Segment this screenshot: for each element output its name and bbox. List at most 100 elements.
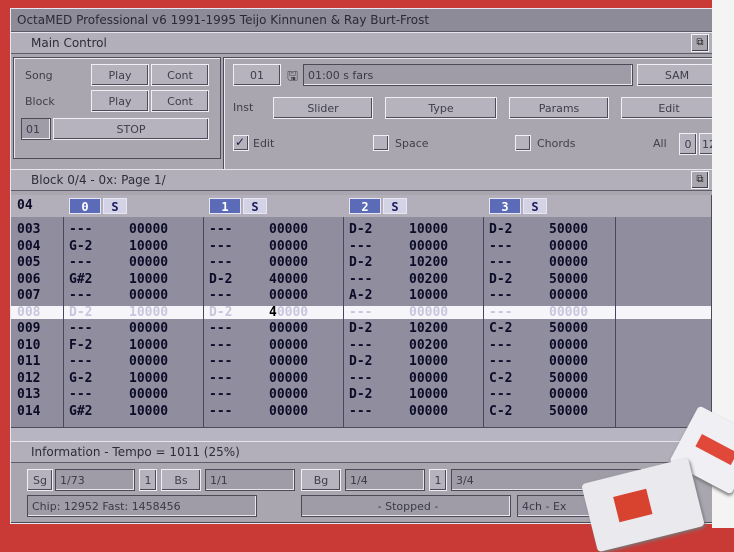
command-cell[interactable]: 50000 (549, 372, 588, 385)
type-button[interactable]: Type (385, 97, 497, 119)
note-cell[interactable]: D-2 (349, 223, 372, 236)
command-cell[interactable]: 10000 (129, 273, 168, 286)
tracker-row[interactable]: 009 --- 00000 --- 00000 D-2 10200 C-2 50000 (11, 322, 711, 335)
note-cell[interactable]: --- (209, 372, 232, 385)
block-number-field[interactable]: 01 (233, 64, 281, 86)
note-cell[interactable]: D-2 (209, 306, 232, 319)
channel-1-button[interactable]: 1 (209, 198, 241, 214)
note-cell[interactable]: D-2 (489, 273, 512, 286)
command-cell[interactable]: 00000 (269, 223, 308, 236)
block-group-button[interactable]: Bg (301, 469, 341, 491)
disk-icon[interactable]: 🖫 (287, 67, 298, 89)
space-checkbox[interactable] (373, 135, 389, 151)
command-cell[interactable]: 10000 (409, 355, 448, 368)
main-control-titlebar[interactable]: Main Control ⧉ (11, 32, 727, 54)
cont-block-button[interactable]: Cont (151, 90, 209, 112)
tracker-row[interactable]: 007 --- 00000 --- 00000 A-2 10000 --- 00000 (11, 289, 711, 302)
note-cell[interactable]: --- (209, 388, 232, 401)
note-cell[interactable]: A-2 (349, 289, 372, 302)
command-cell[interactable]: 40000 (269, 273, 308, 286)
command-cell[interactable]: 10000 (129, 306, 168, 319)
note-cell[interactable]: --- (349, 339, 372, 352)
note-cell[interactable]: --- (349, 240, 372, 253)
channel-0-solo-button[interactable]: S (103, 198, 127, 214)
note-cell[interactable]: --- (489, 388, 512, 401)
note-cell[interactable]: --- (209, 289, 232, 302)
song-step-button[interactable]: 1 (139, 469, 157, 491)
block-seq-button[interactable]: Bs (161, 469, 201, 491)
note-cell[interactable]: --- (209, 339, 232, 352)
command-cell[interactable]: 00000 (129, 223, 168, 236)
slider-button[interactable]: Slider (273, 97, 373, 119)
note-cell[interactable]: F-2 (69, 339, 92, 352)
note-cell[interactable]: G-2 (69, 372, 92, 385)
note-cell[interactable]: --- (489, 306, 512, 319)
note-cell[interactable]: C-2 (489, 405, 512, 418)
command-cell[interactable]: 00000 (269, 372, 308, 385)
command-cell[interactable]: 00000 (269, 388, 308, 401)
note-cell[interactable]: --- (489, 256, 512, 269)
edit-checkbox[interactable]: ✓ (233, 135, 249, 151)
sam-button[interactable]: SAM (637, 64, 717, 86)
channel-2-solo-button[interactable]: S (383, 198, 407, 214)
command-cell[interactable]: 10000 (409, 223, 448, 236)
command-cell[interactable]: 10000 (129, 405, 168, 418)
command-cell[interactable]: 00000 (269, 355, 308, 368)
note-cell[interactable]: C-2 (489, 372, 512, 385)
note-cell[interactable]: --- (209, 256, 232, 269)
note-cell[interactable]: D-2 (209, 273, 232, 286)
channel-3-solo-button[interactable]: S (523, 198, 547, 214)
command-cell[interactable]: 00000 (409, 240, 448, 253)
channel-1-solo-button[interactable]: S (243, 198, 267, 214)
tracker-row[interactable]: 006 G#2 10000 D-2 40000 --- 00200 D-2 50000 (11, 273, 711, 286)
command-cell[interactable]: 00200 (409, 273, 448, 286)
channel-0-button[interactable]: 0 (69, 198, 101, 214)
note-cell[interactable]: C-2 (489, 322, 512, 335)
small-number-field[interactable]: 01 (21, 118, 51, 140)
command-cell[interactable]: 00000 (129, 256, 168, 269)
command-cell[interactable]: 00000 (269, 256, 308, 269)
note-cell[interactable]: --- (349, 306, 372, 319)
zoom-gadget-icon[interactable]: ⧉ (691, 171, 709, 189)
command-cell[interactable]: 50000 (549, 223, 588, 236)
command-cell[interactable]: 00000 (549, 289, 588, 302)
channel-3-button[interactable]: 3 (489, 198, 521, 214)
note-cell[interactable]: D-2 (349, 322, 372, 335)
command-cell[interactable]: 10000 (409, 388, 448, 401)
note-cell[interactable]: --- (209, 223, 232, 236)
command-cell[interactable]: 50000 (549, 405, 588, 418)
note-cell[interactable]: D-2 (349, 256, 372, 269)
note-cell[interactable]: D-2 (69, 306, 92, 319)
play-song-button[interactable]: Play (91, 64, 149, 86)
stop-button[interactable]: STOP (53, 118, 209, 140)
block-group-field[interactable]: 1/4 (345, 469, 425, 491)
note-cell[interactable]: --- (349, 372, 372, 385)
command-cell[interactable]: 00000 (409, 405, 448, 418)
tracker-row[interactable]: 008 D-2 10000 D-2 40000 --- 00000 --- 00000 (11, 305, 711, 319)
command-cell[interactable]: 00000 (129, 388, 168, 401)
block-window-titlebar[interactable]: Block 0/4 - 0x: Page 1/ ⧉ (11, 169, 727, 191)
command-cell[interactable]: 00000 (409, 372, 448, 385)
note-cell[interactable]: --- (209, 240, 232, 253)
note-cell[interactable]: --- (209, 355, 232, 368)
block-step-button[interactable]: 1 (429, 469, 447, 491)
command-cell[interactable]: 00000 (269, 405, 308, 418)
tracker-row[interactable]: 010 F-2 10000 --- 00000 --- 00200 --- 00000 (11, 339, 711, 352)
command-cell[interactable]: 00000 (549, 240, 588, 253)
command-cell[interactable]: 00000 (129, 322, 168, 335)
play-block-button[interactable]: Play (91, 90, 149, 112)
note-cell[interactable]: --- (489, 289, 512, 302)
note-cell[interactable]: --- (69, 223, 92, 236)
command-cell[interactable]: 10200 (409, 322, 448, 335)
cont-song-button[interactable]: Cont (151, 64, 209, 86)
depth-gadget-icon[interactable]: ⧉ (691, 34, 709, 52)
note-cell[interactable]: --- (489, 355, 512, 368)
block-seq-field[interactable]: 1/1 (205, 469, 295, 491)
command-cell[interactable]: 00000 (269, 240, 308, 253)
tracker-pattern-grid[interactable]: 003 --- 00000 --- 00000 D-2 10000 D-2 50000 004 G-… (11, 217, 711, 427)
command-cell[interactable]: 00000 (269, 289, 308, 302)
command-cell[interactable]: 10000 (129, 372, 168, 385)
note-cell[interactable]: --- (69, 355, 92, 368)
note-cell[interactable]: --- (69, 388, 92, 401)
note-cell[interactable]: --- (69, 289, 92, 302)
